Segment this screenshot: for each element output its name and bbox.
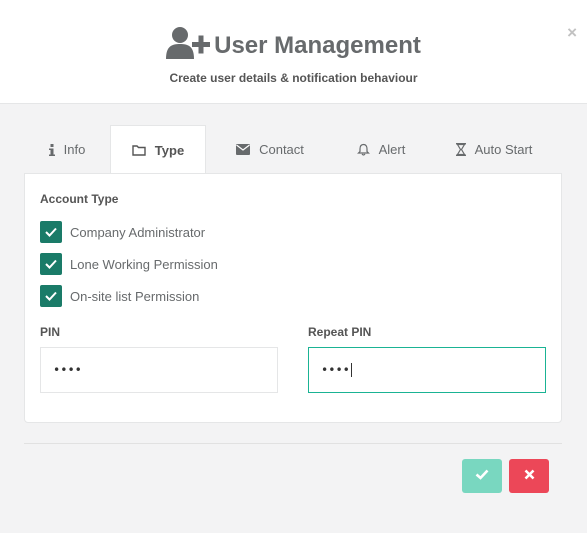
lone-working-permission-checkbox[interactable]: Lone Working Permission (40, 253, 218, 275)
account-type-label: Account Type (40, 192, 119, 206)
tab-type[interactable]: Type (110, 125, 206, 174)
tab-panel-type: Account Type Company Administrator Lone … (24, 173, 562, 423)
hourglass-icon (455, 143, 466, 156)
tab-auto-start[interactable]: Auto Start (436, 125, 552, 174)
tab-label: Alert (378, 142, 406, 157)
tab-label: Contact (259, 142, 304, 157)
company-administrator-checkbox[interactable]: Company Administrator (40, 221, 205, 243)
repeat-pin-input[interactable]: •••• (308, 347, 546, 393)
footer-divider (24, 443, 562, 444)
cancel-button[interactable] (509, 459, 549, 493)
bell-icon (356, 143, 370, 156)
repeat-pin-label: Repeat PIN (308, 325, 372, 339)
tab-label: Type (154, 142, 185, 158)
times-icon (524, 467, 535, 485)
envelope-icon (236, 144, 251, 155)
pin-value: •••• (53, 363, 82, 377)
tab-alert[interactable]: Alert (334, 125, 428, 174)
tab-contact[interactable]: Contact (220, 125, 320, 174)
check-icon (40, 221, 62, 243)
check-icon (475, 467, 489, 485)
tab-label: Info (63, 142, 86, 157)
folder-icon (132, 144, 146, 156)
user-plus-icon (166, 26, 214, 65)
repeat-pin-value: •••• (321, 363, 350, 377)
tab-bar: Info Type Contact Alert Auto Start (24, 125, 562, 174)
modal-header: User Management Create user details & no… (0, 0, 587, 104)
confirm-button[interactable] (462, 459, 502, 493)
onsite-list-permission-checkbox[interactable]: On-site list Permission (40, 285, 199, 307)
checkbox-label: Lone Working Permission (70, 256, 218, 272)
checkbox-label: On-site list Permission (70, 288, 200, 304)
text-caret (350, 363, 352, 377)
pin-label: PIN (40, 325, 61, 339)
check-icon (40, 285, 62, 307)
page-title: User Management (214, 31, 421, 59)
info-icon (48, 143, 55, 156)
pin-input[interactable]: •••• (40, 347, 278, 393)
check-icon (40, 253, 62, 275)
modal-title-row: User Management (0, 26, 587, 65)
checkbox-label: Company Administrator (70, 224, 206, 240)
close-button[interactable]: × (567, 24, 577, 41)
page-subtitle: Create user details & notification behav… (169, 71, 418, 85)
tab-info[interactable]: Info (24, 125, 110, 174)
tab-label: Auto Start (474, 142, 533, 157)
